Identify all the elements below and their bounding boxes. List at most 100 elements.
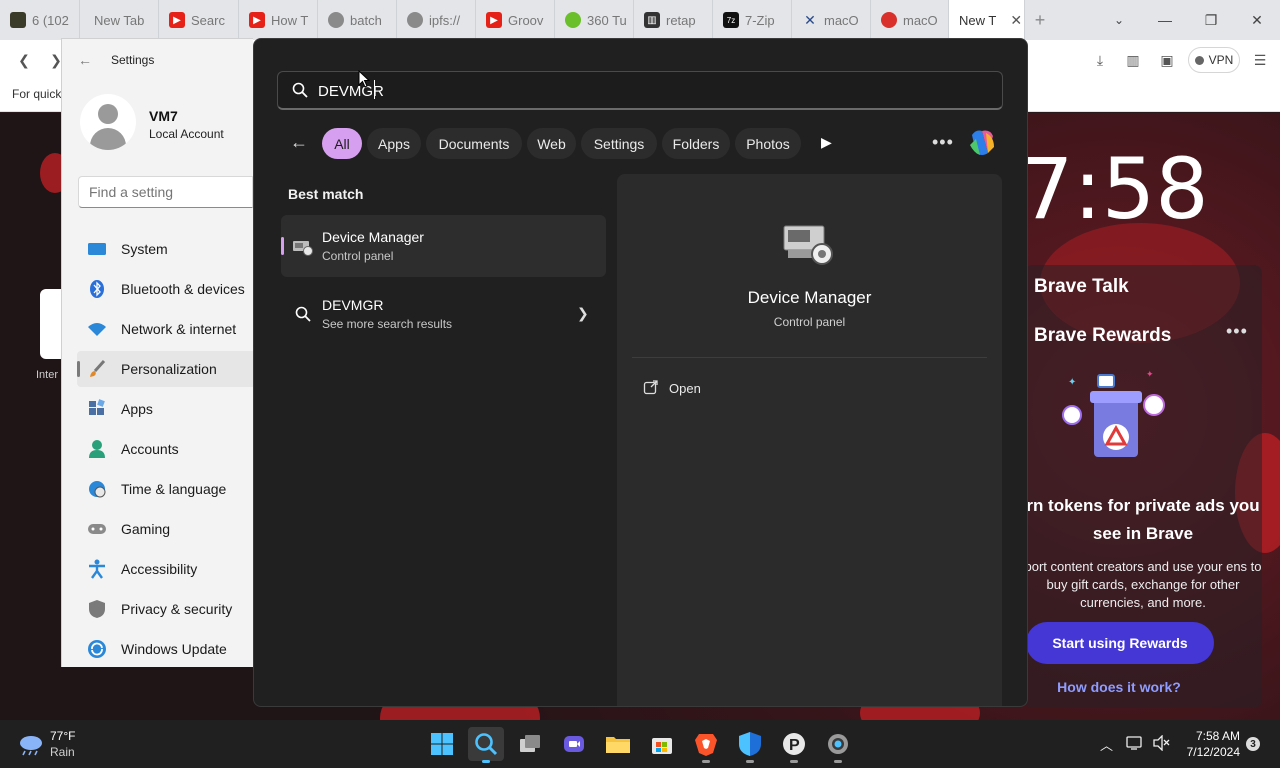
clock-date[interactable]: 7/12/2024 — [1172, 745, 1240, 759]
browser-tab-bar: 6 (102 New Tab ▶ Searc ▶ How T batch ipf… — [0, 0, 1280, 40]
settings-title: Settings — [111, 53, 155, 67]
browser-tab[interactable]: ▶ Searc — [159, 0, 239, 40]
start-button[interactable] — [424, 727, 460, 761]
filter-web[interactable]: Web — [527, 128, 576, 159]
store-icon — [652, 738, 672, 754]
browser-tab[interactable]: batch — [318, 0, 397, 40]
result-title: DEVMGR — [322, 297, 384, 313]
show-hidden-icons-chevron-icon[interactable]: ︿ — [1100, 735, 1113, 754]
browser-tab[interactable]: New Tab — [80, 0, 159, 40]
user-name: VM7 — [149, 108, 178, 124]
filter-folders[interactable]: Folders — [662, 128, 730, 159]
browser-tab[interactable]: 6 (102 — [0, 0, 80, 40]
brush-icon — [87, 359, 107, 379]
volume-muted-icon[interactable] — [1152, 734, 1170, 754]
sidebar-item-personalization[interactable]: Personalization — [77, 351, 253, 387]
shield-icon — [87, 599, 107, 619]
menu-icon[interactable]: ☰ — [1248, 48, 1272, 72]
start-rewards-button[interactable]: Start using Rewards — [1026, 622, 1214, 664]
browser-tab[interactable]: ipfs:// — [397, 0, 476, 40]
youtube-icon: ▶ — [249, 12, 265, 28]
back-arrow-icon[interactable]: ← — [290, 132, 308, 153]
taskbar-app-file-explorer[interactable] — [600, 727, 636, 761]
taskbar-search-button[interactable] — [468, 727, 504, 763]
tab-search-icon[interactable]: ⌄ — [1096, 0, 1142, 40]
avatar-head — [98, 104, 118, 124]
search-result-device-manager[interactable] — [281, 215, 606, 277]
device-manager-icon — [783, 225, 833, 265]
filter-documents[interactable]: Documents — [426, 128, 522, 159]
clock-time[interactable]: 7:58 AM — [1180, 729, 1240, 743]
browser-tab[interactable]: ▥ retap — [634, 0, 713, 40]
preview-title: Device Manager — [747, 288, 872, 307]
sidebar-item-network[interactable]: Network & internet — [77, 311, 253, 347]
building-icon: ▥ — [644, 12, 660, 28]
taskbar-app-settings[interactable] — [820, 727, 856, 763]
filter-apps[interactable]: Apps — [367, 128, 421, 159]
result-title: Device Manager — [322, 229, 424, 245]
browser-tab[interactable]: 360 Tu — [555, 0, 634, 40]
search-input[interactable] — [318, 80, 918, 102]
avatar[interactable] — [80, 94, 136, 150]
restore-icon[interactable]: ❐ — [1188, 0, 1234, 40]
accessibility-icon — [87, 559, 107, 579]
filter-all[interactable]: All — [322, 128, 362, 159]
globe-icon — [407, 12, 423, 28]
task-view-button[interactable] — [512, 727, 548, 761]
security-shield-icon — [739, 732, 761, 756]
sidebar-item-apps[interactable]: Apps — [77, 391, 253, 427]
sidebar-item-windows-update[interactable]: Windows Update — [77, 631, 253, 667]
rewards-more-icon[interactable]: ••• — [1226, 321, 1248, 342]
open-action-button[interactable]: Open — [635, 372, 835, 404]
wallet-icon[interactable]: ▣ — [1155, 48, 1179, 72]
sidebar-item-accessibility[interactable]: Accessibility — [77, 551, 253, 587]
copilot-icon[interactable] — [966, 127, 998, 159]
best-match-label: Best match — [288, 186, 364, 202]
close-window-icon[interactable]: ✕ — [1234, 0, 1280, 40]
minimize-icon[interactable]: — — [1142, 0, 1188, 40]
vpn-button[interactable]: VPN — [1188, 47, 1240, 73]
close-tab-icon[interactable]: ✕ — [1010, 12, 1022, 29]
sidebar-icon[interactable]: ▥ — [1121, 48, 1145, 72]
sidebar-item-bluetooth[interactable]: Bluetooth & devices — [77, 271, 253, 307]
video-chat-icon — [564, 736, 584, 752]
browser-tab[interactable]: macO — [871, 0, 949, 40]
running-indicator — [746, 760, 754, 763]
filter-settings[interactable]: Settings — [581, 128, 657, 159]
back-icon[interactable]: ❮ — [12, 48, 36, 72]
new-tab-button[interactable]: + — [1025, 10, 1055, 31]
more-options-icon[interactable]: ••• — [932, 132, 954, 153]
taskbar-app-brave[interactable] — [688, 727, 724, 763]
x-logo-icon: ✕ — [804, 11, 816, 28]
brave-talk-title[interactable]: Brave Talk — [1034, 276, 1129, 298]
sidebar-item-time-language[interactable]: Time & language — [77, 471, 253, 507]
browser-tab[interactable]: ✕ macO — [792, 0, 871, 40]
rewards-help-link[interactable]: How does it work? — [1024, 679, 1214, 695]
sidebar-item-system[interactable]: System — [77, 231, 253, 267]
weather-condition: Rain — [50, 745, 75, 759]
browser-tab[interactable]: 7z 7-Zip — [713, 0, 792, 40]
back-arrow-icon[interactable]: ← — [78, 52, 92, 68]
sidebar-item-gaming[interactable]: Gaming — [77, 511, 253, 547]
notification-badge[interactable]: 3 — [1246, 737, 1260, 751]
more-filters-arrow-icon[interactable]: ▶ — [821, 134, 832, 151]
taskbar-app-store[interactable] — [644, 727, 680, 761]
taskbar-app-p[interactable]: P — [776, 727, 812, 763]
sidebar-item-privacy[interactable]: Privacy & security — [77, 591, 253, 627]
sidebar-item-accounts[interactable]: Accounts — [77, 431, 253, 467]
filter-photos[interactable]: Photos — [735, 128, 801, 159]
selection-indicator — [281, 237, 284, 255]
chevron-right-icon[interactable]: ❯ — [577, 305, 589, 322]
device-manager-icon — [291, 237, 315, 262]
network-status-icon[interactable] — [1126, 735, 1144, 754]
browser-tab[interactable]: ▶ Groov — [476, 0, 555, 40]
search-icon — [292, 82, 308, 103]
browser-tab[interactable]: ▶ How T — [239, 0, 318, 40]
taskbar-app-defender[interactable] — [732, 727, 768, 763]
browser-tab-active[interactable]: New T ✕ — [949, 0, 1025, 40]
vpn-status-icon — [1194, 55, 1204, 65]
gear-icon — [828, 734, 848, 754]
download-icon[interactable]: ⤓ — [1088, 48, 1112, 72]
find-setting-input[interactable] — [78, 176, 253, 208]
taskbar-app-meet[interactable] — [556, 727, 592, 761]
